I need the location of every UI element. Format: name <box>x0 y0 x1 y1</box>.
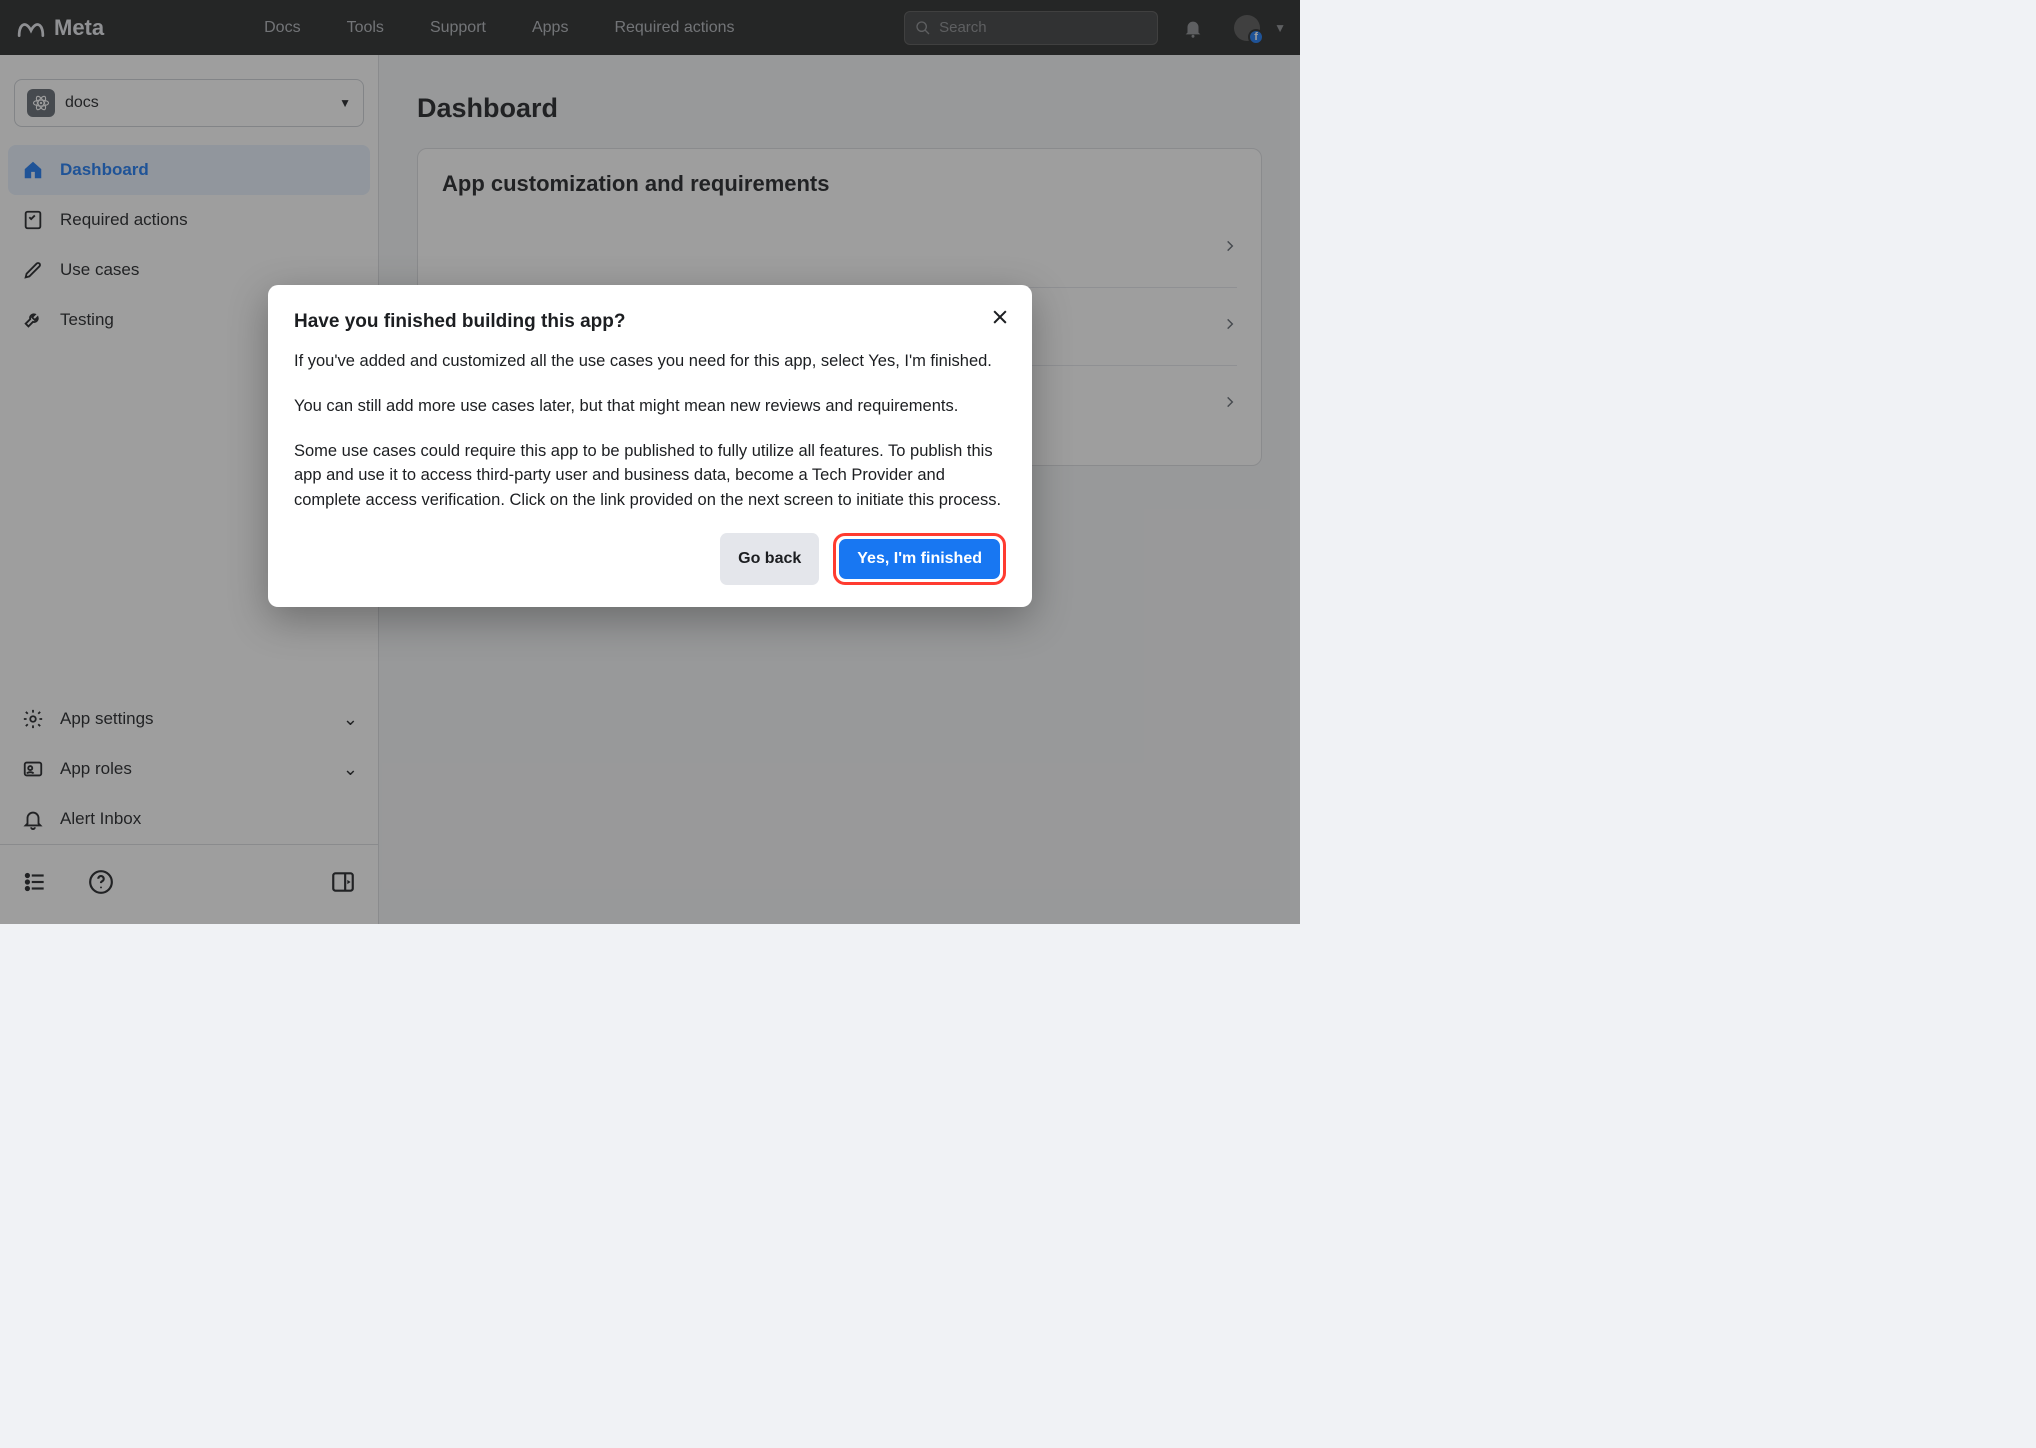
close-button[interactable] <box>990 307 1010 332</box>
modal-title: Have you finished building this app? <box>294 311 1006 333</box>
primary-highlight: Yes, I'm finished <box>833 533 1006 585</box>
go-back-button[interactable]: Go back <box>720 533 819 585</box>
yes-finished-button[interactable]: Yes, I'm finished <box>839 539 1000 579</box>
modal-paragraph: If you've added and customized all the u… <box>294 349 1006 374</box>
modal-paragraph: Some use cases could require this app to… <box>294 439 1006 513</box>
modal-paragraph: You can still add more use cases later, … <box>294 394 1006 419</box>
confirm-modal: Have you finished building this app? If … <box>268 285 1032 607</box>
